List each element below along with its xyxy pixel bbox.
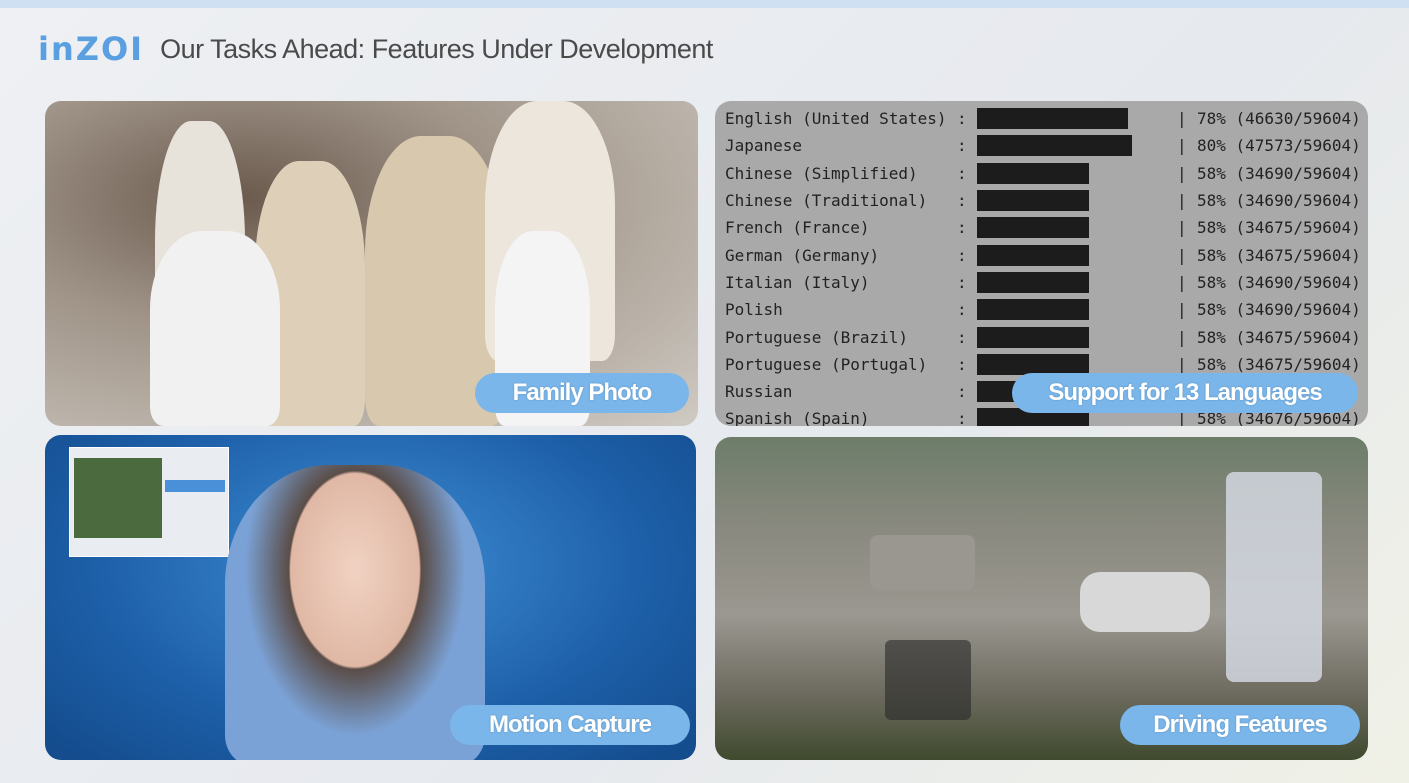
progress-bar <box>977 135 1132 157</box>
progress-text: 58% (34690/59604) <box>1197 163 1361 183</box>
progress-track <box>977 108 1177 130</box>
language-name: English (United States) <box>725 109 947 129</box>
slide-header: inZOI Our Tasks Ahead: Features Under De… <box>38 30 713 68</box>
languages-label: Support for 13 Languages <box>1012 373 1358 413</box>
top-bar <box>0 0 1409 8</box>
progress-bar <box>977 353 1090 375</box>
language-name: Portuguese (Brazil) <box>725 327 909 347</box>
language-name: Russian <box>725 382 793 402</box>
language-name: Italian (Italy) <box>725 272 870 292</box>
language-row: Portuguese (Brazil) : | 58% (34675/59604… <box>725 323 1361 350</box>
motion-capture-label: Motion Capture <box>450 705 690 745</box>
progress-track <box>977 190 1177 212</box>
language-name: German (Germany) <box>725 245 880 265</box>
separator: | <box>1177 191 1187 211</box>
progress-text: 58% (34690/59604) <box>1197 300 1361 320</box>
separator: : <box>957 300 967 320</box>
progress-track <box>977 299 1177 321</box>
separator: : <box>957 382 967 402</box>
progress-text: 58% (34675/59604) <box>1197 218 1361 238</box>
driving-features-label: Driving Features <box>1120 705 1360 745</box>
progress-track <box>977 162 1177 184</box>
separator: : <box>957 191 967 211</box>
separator: | <box>1177 272 1187 292</box>
family-photo-label: Family Photo <box>475 373 689 413</box>
progress-track <box>977 135 1177 157</box>
language-name: French (France) <box>725 218 870 238</box>
separator: : <box>957 109 967 129</box>
progress-bar <box>977 326 1090 348</box>
progress-track <box>977 271 1177 293</box>
language-row: Italian (Italy) : | 58% (34690/59604) <box>725 269 1361 296</box>
language-name: Polish <box>725 300 783 320</box>
separator: : <box>957 218 967 238</box>
motion-capture-panel: Motion Capture <box>45 435 696 760</box>
slide-title: Our Tasks Ahead: Features Under Developm… <box>160 33 713 64</box>
action-menu <box>885 640 971 720</box>
progress-bar <box>977 217 1090 239</box>
separator: | <box>1177 300 1187 320</box>
figure-image <box>150 231 280 426</box>
progress-bar <box>977 244 1090 266</box>
progress-bar <box>977 162 1090 184</box>
separator: | <box>1177 354 1187 374</box>
mode-bar <box>165 480 225 492</box>
separator: : <box>957 272 967 292</box>
separator: | <box>1177 218 1187 238</box>
progress-text: 58% (34690/59604) <box>1197 272 1361 292</box>
language-row: Chinese (Traditional) : | 58% (34690/596… <box>725 187 1361 214</box>
progress-text: 58% (34675/59604) <box>1197 245 1361 265</box>
progress-text: 58% (34675/59604) <box>1197 354 1361 374</box>
language-row: Japanese : | 80% (47573/59604) <box>725 132 1361 159</box>
language-name: Chinese (Traditional) <box>725 191 928 211</box>
progress-bar <box>977 271 1090 293</box>
language-name: Chinese (Simplified) <box>725 163 918 183</box>
webcam-preview <box>74 458 162 538</box>
progress-bar <box>977 299 1090 321</box>
progress-text: 78% (46630/59604) <box>1197 109 1361 129</box>
separator: | <box>1177 327 1187 347</box>
separator: : <box>957 354 967 374</box>
separator: : <box>957 136 967 156</box>
language-row: French (France) : | 58% (34675/59604) <box>725 214 1361 241</box>
separator: | <box>1177 136 1187 156</box>
language-row: German (Germany) : | 58% (34675/59604) <box>725 241 1361 268</box>
progress-track <box>977 326 1177 348</box>
language-row: English (United States) : | 78% (46630/5… <box>725 105 1361 132</box>
inzoi-logo: inZOI <box>38 30 145 68</box>
separator: | <box>1177 163 1187 183</box>
phone-ui <box>1226 472 1322 682</box>
progress-bar <box>977 108 1129 130</box>
progress-text: 58% (34675/59604) <box>1197 327 1361 347</box>
language-row: Polish : | 58% (34690/59604) <box>725 296 1361 323</box>
language-row: Chinese (Simplified) : | 58% (34690/5960… <box>725 160 1361 187</box>
progress-track <box>977 217 1177 239</box>
driving-features-panel: Driving Features <box>715 437 1368 760</box>
separator: : <box>957 409 967 426</box>
languages-panel: English (United States) : | 78% (46630/5… <box>715 101 1368 426</box>
separator: | <box>1177 109 1187 129</box>
language-name: Spanish (Spain) <box>725 409 870 426</box>
character-image <box>225 465 485 760</box>
separator: : <box>957 327 967 347</box>
car-image <box>1080 572 1210 632</box>
separator: : <box>957 163 967 183</box>
language-name: Portuguese (Portugal) <box>725 354 928 374</box>
progress-text: 80% (47573/59604) <box>1197 136 1361 156</box>
progress-text: 58% (34690/59604) <box>1197 191 1361 211</box>
progress-track <box>977 353 1177 375</box>
progress-bar <box>977 190 1090 212</box>
language-name: Japanese <box>725 136 803 156</box>
family-photo-panel: Family Photo <box>45 101 698 426</box>
separator: : <box>957 245 967 265</box>
truck-image <box>870 535 975 590</box>
progress-track <box>977 244 1177 266</box>
separator: | <box>1177 245 1187 265</box>
capture-app-window <box>69 447 229 557</box>
